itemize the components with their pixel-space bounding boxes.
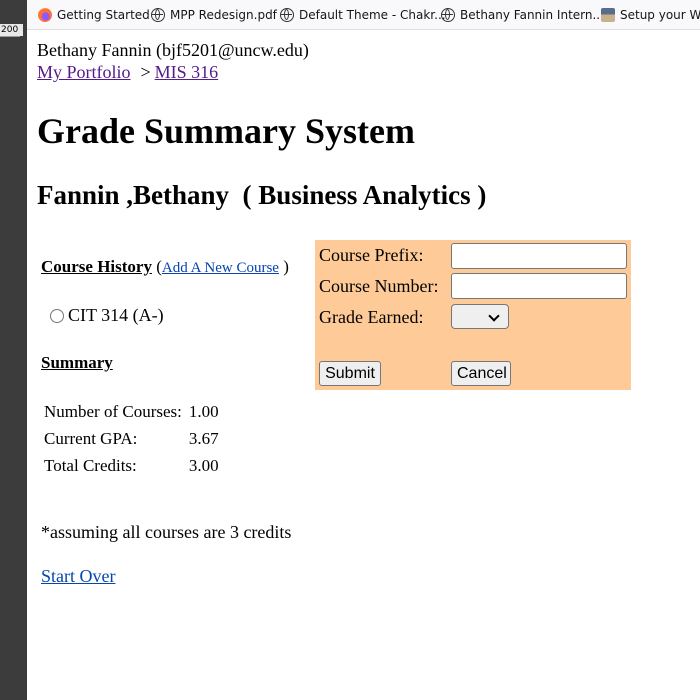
user-identity: Bethany Fannin (bjf5201@uncw.edu): [37, 40, 309, 60]
summary-row: Total Credits: 3.00: [43, 453, 220, 478]
grade-earned-label: Grade Earned:: [319, 307, 424, 327]
cancel-button[interactable]: Cancel: [451, 361, 511, 386]
bookmark-default-theme[interactable]: Default Theme - Chakr...: [280, 7, 446, 23]
summary-value: 3.00: [188, 455, 219, 475]
grade-select[interactable]: [451, 304, 509, 329]
breadcrumb-portfolio-link[interactable]: My Portfolio: [37, 62, 131, 82]
add-course-form: Course Prefix: Course Number: Grade Earn…: [315, 240, 631, 390]
page-title: Grade Summary System: [37, 111, 415, 151]
breadcrumb: My Portfolio > MIS 316: [37, 62, 218, 83]
submit-button[interactable]: Submit: [319, 361, 381, 386]
ruler-readout: 200: [0, 24, 23, 36]
summary-value: 3.67: [188, 428, 219, 448]
breadcrumb-course-link[interactable]: MIS 316: [155, 62, 219, 82]
chevron-down-icon: [488, 310, 500, 322]
course-history-header: Course History (Add A New Course ): [41, 257, 289, 277]
ruler-tick: [0, 36, 20, 37]
breadcrumb-separator: >: [140, 62, 151, 82]
summary-heading: Summary: [41, 353, 113, 372]
summary-row: Current GPA: 3.67: [43, 426, 220, 451]
bookmark-label: Setup your Wo: [620, 8, 700, 22]
globe-icon: [441, 8, 455, 22]
student-heading: Fannin ,Bethany ( Business Analytics ): [37, 180, 487, 210]
start-over-link[interactable]: Start Over: [41, 566, 115, 587]
bookmark-label: MPP Redesign.pdf: [170, 8, 277, 22]
summary-row: Number of Courses: 1.00: [43, 399, 220, 424]
summary-table: Number of Courses: 1.00 Current GPA: 3.6…: [41, 397, 222, 480]
setup-icon: [601, 8, 615, 22]
course-number-label: Course Number:: [319, 276, 439, 296]
course-prefix-label: Course Prefix:: [319, 245, 424, 265]
bookmark-label: Default Theme - Chakr...: [299, 8, 446, 22]
summary-value: 1.00: [188, 401, 219, 421]
bookmark-label: Getting Started: [57, 8, 150, 22]
summary-label: Number of Courses:: [44, 401, 182, 421]
course-history-heading: Course History: [41, 257, 152, 276]
globe-icon: [280, 8, 294, 22]
add-course-link[interactable]: Add A New Course: [162, 260, 279, 276]
course-prefix-input[interactable]: [451, 243, 627, 269]
course-radio-button[interactable]: [50, 308, 64, 323]
summary-label: Total Credits:: [44, 455, 137, 475]
bookmark-bethany-intern[interactable]: Bethany Fannin Intern...: [441, 7, 604, 23]
close-paren: ): [283, 257, 289, 276]
credits-note: *assuming all courses are 3 credits: [41, 522, 292, 542]
course-number-input[interactable]: [451, 273, 627, 299]
firefox-icon: [38, 8, 52, 22]
bookmark-setup[interactable]: Setup your Wo: [601, 7, 700, 23]
course-label: CIT 314 (A-): [68, 305, 164, 325]
bookmark-label: Bethany Fannin Intern...: [460, 8, 604, 22]
bookmark-mpp-redesign[interactable]: MPP Redesign.pdf: [151, 7, 277, 23]
bookmark-getting-started[interactable]: Getting Started: [38, 7, 150, 23]
course-list-item[interactable]: CIT 314 (A-): [50, 305, 164, 326]
summary-label: Current GPA:: [44, 428, 138, 448]
globe-icon: [151, 8, 165, 22]
bookmarks-toolbar: Getting Started MPP Redesign.pdf Default…: [27, 0, 700, 30]
side-panel-strip: 200: [0, 0, 27, 700]
